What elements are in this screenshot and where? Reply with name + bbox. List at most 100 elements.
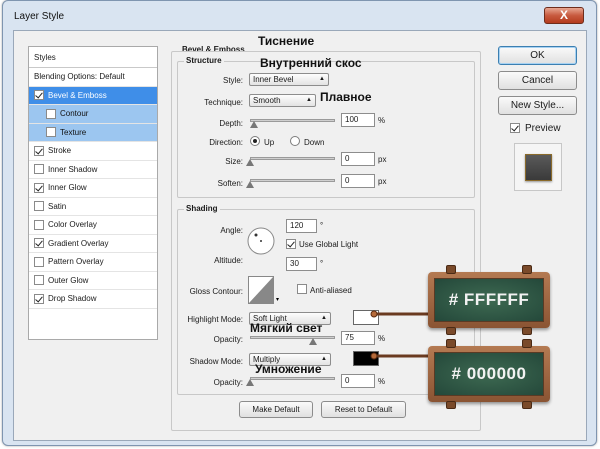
shadow-mode-label: Shadow Mode: [189,357,243,366]
board-hook [446,265,456,274]
annotation-tisnenie: Тиснение [258,34,315,48]
highlight-connector [370,310,430,318]
highlight-opacity-thumb[interactable] [309,338,317,345]
board-foot [522,401,532,409]
style-item[interactable]: Gradient Overlay [29,235,157,253]
annotation-inner-bevel: Внутренний скос [260,56,362,70]
style-item-checkbox[interactable] [34,145,44,156]
board-hook [446,339,456,348]
use-global-light-label: Use Global Light [299,240,359,249]
style-item[interactable]: Inner Glow [29,179,157,198]
style-item-checkbox[interactable] [34,201,44,212]
style-item-checkbox[interactable] [34,293,44,304]
altitude-unit: ° [320,259,324,268]
shadow-hex-label: # 000000 [434,352,544,396]
style-item-checkbox[interactable] [34,238,44,249]
size-slider-thumb[interactable] [246,159,254,166]
size-unit: px [378,155,387,164]
depth-slider-thumb[interactable] [250,121,258,128]
shadow-opacity-thumb[interactable] [246,379,254,386]
style-item-checkbox[interactable] [46,108,56,119]
soften-slider-thumb[interactable] [246,181,254,188]
style-item[interactable]: Inner Shadow [29,161,157,179]
styles-list: Styles Blending Options: Default Bevel & … [28,46,158,340]
highlight-opacity-slider[interactable] [250,336,335,339]
highlight-hex-board: # FFFFFF [428,265,550,335]
annotation-multiply: Умножение [255,362,322,376]
reset-default-button[interactable]: Reset to Default [321,401,406,418]
depth-slider[interactable] [250,119,335,122]
styles-header[interactable]: Styles [29,47,157,68]
preview-label: Preview [525,123,561,134]
style-item-checkbox[interactable] [34,164,44,175]
style-item-checkbox[interactable] [34,219,44,230]
style-item[interactable]: Drop Shadow [29,290,157,309]
style-item[interactable]: Bevel & Emboss [29,86,157,105]
preview-thumbnail [514,143,562,191]
angle-unit: ° [320,221,324,230]
direction-down-radio[interactable] [290,136,300,146]
style-item-checkbox[interactable] [46,127,56,138]
soften-slider[interactable] [250,179,335,182]
direction-up-label: Up [264,138,275,147]
angle-dial-icon[interactable] [246,226,276,256]
style-item-label: Drop Shadow [48,294,97,304]
preview-checkbox[interactable] [510,123,520,133]
size-input[interactable]: 0 [341,152,375,166]
altitude-input[interactable]: 30 [286,257,317,271]
direction-down-label: Down [304,138,325,147]
make-default-button[interactable]: Make Default [239,401,313,418]
preview-swatch [525,154,552,181]
highlight-opacity-unit: % [378,334,386,343]
use-global-light-checkbox[interactable] [286,239,296,249]
style-item[interactable]: Pattern Overlay [29,253,157,272]
shadow-connector [370,352,430,360]
highlight-hex-label: # FFFFFF [434,278,544,322]
style-item-label: Blending Options: Default [34,72,125,82]
gloss-contour-label: Gloss Contour: [189,287,243,296]
style-select[interactable]: Inner Bevel ▲ [249,73,329,86]
style-item-label: Inner Shadow [48,164,98,174]
ok-button[interactable]: OK [498,46,577,65]
shadow-opacity-unit: % [378,377,386,386]
style-item[interactable]: Outer Glow [29,272,157,290]
gloss-contour-icon[interactable]: ▾ [248,276,280,304]
anti-aliased-checkbox[interactable] [297,284,307,294]
style-item-label: Gradient Overlay [48,238,109,248]
angle-input[interactable]: 120 [286,219,317,233]
altitude-label: Altitude: [214,256,243,265]
style-item-checkbox[interactable] [34,256,44,267]
shadow-opacity-label: Opacity: [213,378,243,387]
style-item[interactable]: Stroke [29,142,157,161]
style-item-checkbox[interactable] [34,275,44,286]
shadow-opacity-input[interactable]: 0 [341,374,375,388]
angle-label: Angle: [220,226,243,235]
style-label: Style: [222,76,243,85]
depth-input[interactable]: 100 [341,113,375,127]
select-arrow-icon: ▲ [306,97,312,103]
style-item[interactable]: Contour [29,105,157,124]
style-item[interactable]: Color Overlay [29,216,157,235]
style-item[interactable]: Texture [29,123,157,142]
style-item-label: Satin [48,201,67,211]
cancel-button[interactable]: Cancel [498,71,577,90]
style-item[interactable]: Blending Options: Default [29,68,157,87]
depth-label: Depth: [219,119,243,128]
new-style-button[interactable]: New Style... [498,96,577,115]
anti-aliased-label: Anti-aliased [310,286,352,295]
style-select-value: Inner Bevel [253,75,294,84]
size-slider[interactable] [250,157,335,160]
board-hook [522,339,532,348]
style-item-checkbox[interactable] [34,90,44,101]
style-item-label: Inner Glow [48,183,87,193]
shadow-opacity-slider[interactable] [250,377,335,380]
direction-label: Direction: [209,138,243,147]
close-button[interactable]: X [544,7,584,24]
style-item[interactable]: Satin [29,198,157,216]
style-item-checkbox[interactable] [34,182,44,193]
soften-input[interactable]: 0 [341,174,375,188]
technique-select[interactable]: Smooth ▲ [249,94,316,107]
direction-up-radio[interactable] [250,136,260,146]
select-arrow-icon: ▲ [319,76,325,82]
highlight-opacity-input[interactable]: 75 [341,331,375,345]
